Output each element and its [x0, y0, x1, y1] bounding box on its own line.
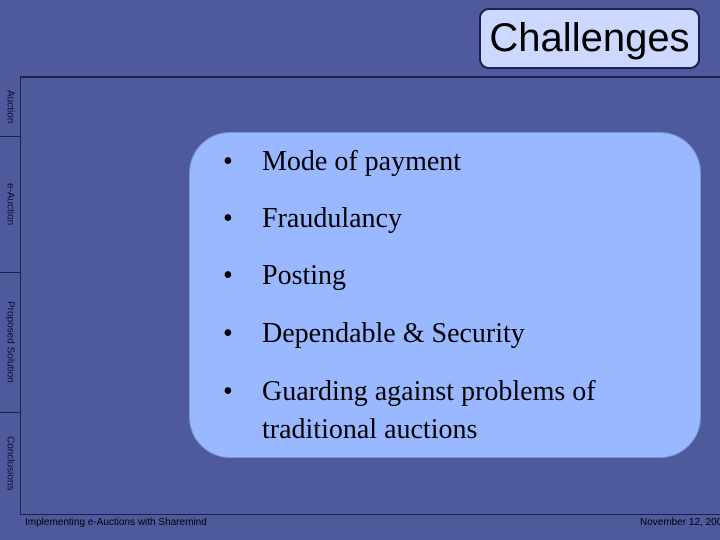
sidebar-item-auction[interactable]: Auction [0, 78, 20, 136]
sidebar-item-label: Auction [4, 90, 16, 124]
bullet-glyph: • [223, 146, 233, 177]
section-sidebar: Auction e-Auction Proposed Solution Conc… [0, 78, 21, 514]
page-title: Challenges [489, 16, 690, 60]
bullet-glyph: • [223, 203, 233, 234]
sidebar-item-label: Proposed Solution [4, 301, 16, 383]
content-panel: • Mode of payment • Fraudulancy • Postin… [190, 133, 700, 457]
footer-date: November 12, 200 [640, 517, 720, 528]
sidebar-item-e-auction[interactable]: e-Auction [0, 136, 20, 272]
sidebar-item-label: e-Auction [4, 182, 16, 226]
bullet-text: Guarding against problems of traditional… [262, 376, 596, 445]
bullet-text: Mode of payment [262, 146, 462, 177]
sidebar-item-label: Conclusions [4, 435, 16, 491]
bullet-text: Dependable & Security [262, 318, 525, 349]
bullet-glyph: • [223, 376, 233, 407]
footer-presentation-title: Implementing e-Auctions with Sharemind [25, 517, 207, 528]
sidebar-item-conclusions[interactable]: Conclusions [0, 412, 20, 514]
bullet-text: Posting [262, 260, 347, 291]
top-divider [20, 76, 720, 78]
title-box: Challenges [479, 8, 700, 69]
bullet-text: Fraudulancy [262, 203, 402, 234]
bullet-glyph: • [223, 260, 233, 291]
bottom-divider [20, 514, 720, 515]
bullet-glyph: • [223, 318, 233, 349]
sidebar-item-proposed-solution[interactable]: Proposed Solution [0, 272, 20, 412]
